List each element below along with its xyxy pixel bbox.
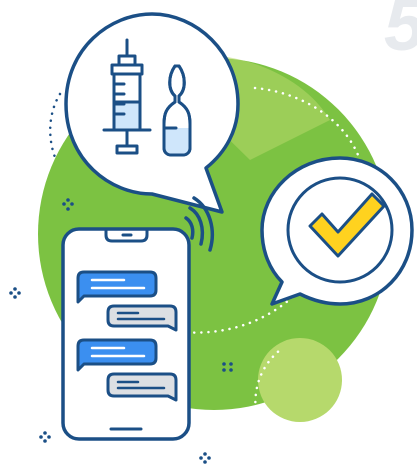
chat-message-incoming bbox=[76, 338, 158, 372]
smartphone-icon bbox=[61, 227, 191, 441]
illustration-canvas bbox=[9, 12, 414, 464]
illustration: 5 bbox=[0, 0, 417, 475]
chat-message-outgoing bbox=[106, 372, 178, 402]
chat-message-outgoing bbox=[106, 304, 178, 332]
chat-message-incoming bbox=[76, 270, 158, 304]
